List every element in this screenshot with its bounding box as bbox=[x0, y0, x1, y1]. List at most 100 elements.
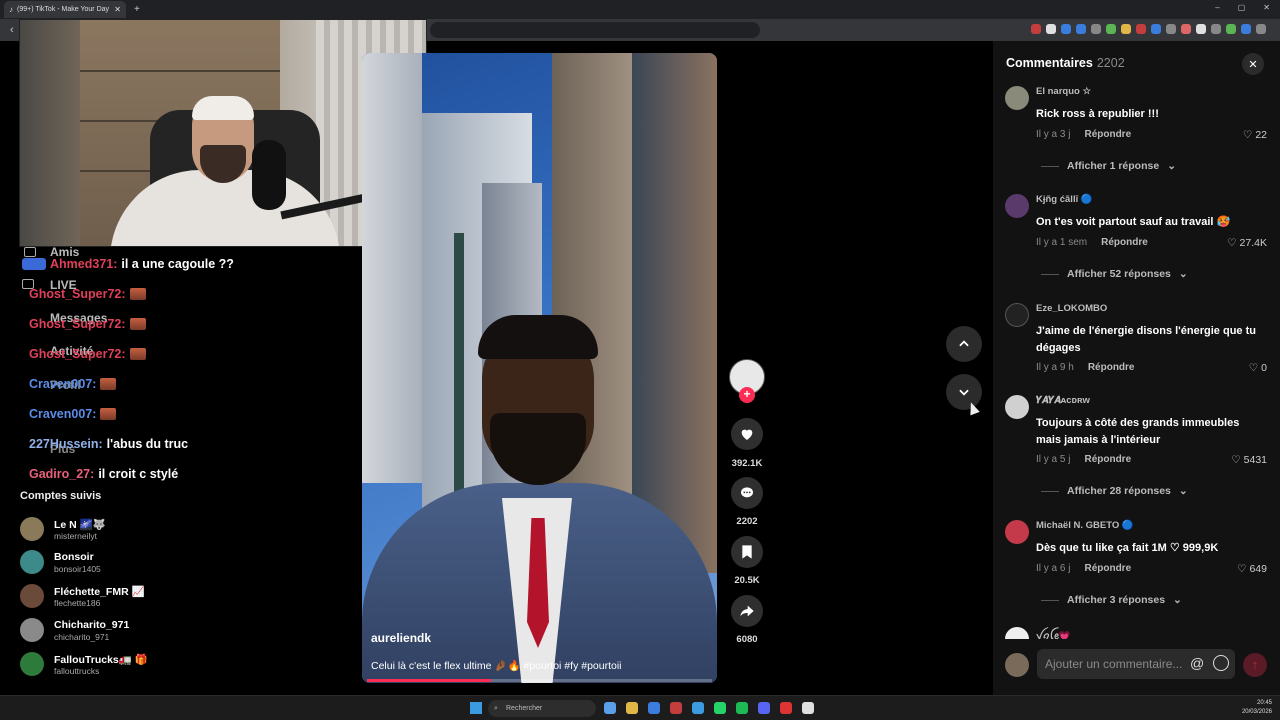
reply-button[interactable]: Répondre bbox=[1084, 454, 1131, 465]
comment-like-button[interactable]: ♡ 0 bbox=[1249, 362, 1267, 374]
reply-button[interactable]: Répondre bbox=[1084, 129, 1131, 140]
avatar[interactable] bbox=[1005, 395, 1029, 419]
avatar bbox=[20, 550, 44, 574]
comment-button[interactable] bbox=[731, 477, 763, 509]
show-replies-button[interactable]: Afficher 1 réponse ⌄ bbox=[1041, 160, 1176, 172]
comment-user[interactable]: El narquo ☆ bbox=[1036, 86, 1091, 97]
followed-account[interactable]: Fléchette_FMR 📈 flechette186 bbox=[20, 584, 320, 612]
heart-icon bbox=[741, 429, 753, 440]
followed-account[interactable]: FallouTrucks🚛 🎁 fallouttrucks bbox=[20, 652, 320, 680]
browser-extension-icon[interactable] bbox=[1226, 24, 1236, 34]
windows-start-icon[interactable] bbox=[470, 702, 482, 714]
emote-icon bbox=[129, 348, 146, 360]
taskbar-app-icon[interactable] bbox=[626, 702, 638, 714]
browser-extension-icon[interactable] bbox=[1241, 24, 1251, 34]
show-replies-button[interactable]: Afficher 52 réponses ⌄ bbox=[1041, 268, 1188, 280]
comment-like-button[interactable]: ♡ 22 bbox=[1243, 129, 1267, 141]
avatar[interactable] bbox=[1005, 303, 1029, 327]
browser-extension-icon[interactable] bbox=[1136, 24, 1146, 34]
browser-extension-icon[interactable] bbox=[1181, 24, 1191, 34]
taskbar-app-icon[interactable] bbox=[648, 702, 660, 714]
maximize-button[interactable]: ▢ bbox=[1238, 3, 1246, 12]
comment-like-count: 5431 bbox=[1243, 454, 1267, 466]
taskbar-clock[interactable]: 20:45 20/03/2026 bbox=[1242, 699, 1272, 717]
taskbar-app-icon[interactable] bbox=[670, 702, 682, 714]
comment-input[interactable] bbox=[1037, 649, 1235, 679]
taskbar-app-icon[interactable] bbox=[714, 702, 726, 714]
browser-extension-icon[interactable] bbox=[1031, 24, 1041, 34]
emoji-icon[interactable] bbox=[1213, 655, 1229, 671]
comment-item: Eze_LOKOMBO J'aime de l'énergie disons l… bbox=[1005, 303, 1267, 383]
taskbar-app-icon[interactable] bbox=[780, 702, 792, 714]
taskbar-app-icon[interactable] bbox=[604, 702, 616, 714]
new-tab-button[interactable]: + bbox=[134, 4, 140, 15]
browser-extension-icon[interactable] bbox=[1106, 24, 1116, 34]
browser-extension-icon[interactable] bbox=[1256, 24, 1266, 34]
follow-button[interactable]: + bbox=[739, 387, 755, 403]
reply-button[interactable]: Répondre bbox=[1088, 362, 1135, 373]
followed-account[interactable]: Le N 🌌🐺 misterneilyt bbox=[20, 517, 320, 545]
comment-count: 2202 bbox=[736, 516, 758, 527]
comment-meta: Il y a 6 j Répondre bbox=[1036, 563, 1131, 574]
previous-video-button[interactable] bbox=[946, 326, 982, 362]
browser-extension-icon[interactable] bbox=[1166, 24, 1176, 34]
browser-extension-icon[interactable] bbox=[1211, 24, 1221, 34]
browser-extension-icon[interactable] bbox=[1121, 24, 1131, 34]
video-progress-bar[interactable] bbox=[367, 679, 712, 682]
share-icon bbox=[740, 605, 754, 617]
taskbar-app-icon[interactable] bbox=[736, 702, 748, 714]
show-replies-button[interactable]: Afficher 28 réponses ⌄ bbox=[1041, 485, 1188, 497]
browser-extension-icon[interactable] bbox=[1151, 24, 1161, 34]
taskbar-app-icon[interactable] bbox=[758, 702, 770, 714]
comment-like-button[interactable]: ♡ 649 bbox=[1237, 563, 1267, 575]
tab-close-icon[interactable]: ✕ bbox=[114, 5, 121, 14]
browser-extension-icon[interactable] bbox=[1091, 24, 1101, 34]
comment-user: ꪜꪖꪶꫀ💗 bbox=[1036, 631, 1071, 639]
video-author[interactable]: aureliendk bbox=[371, 631, 431, 645]
chat-message: Craven007: bbox=[29, 407, 117, 421]
reply-button[interactable]: Répondre bbox=[1101, 237, 1148, 248]
close-window-button[interactable]: ✕ bbox=[1263, 3, 1270, 12]
save-count: 20.5K bbox=[734, 575, 760, 586]
share-button[interactable] bbox=[731, 595, 763, 627]
comment-like-button[interactable]: ♡ 5431 bbox=[1231, 454, 1267, 466]
avatar[interactable] bbox=[1005, 520, 1029, 544]
comment-user[interactable]: 𝒀𝑨𝒀𝑨ᴀᴄᴅʀᴡ bbox=[1036, 395, 1090, 406]
video-player[interactable]: aureliendk Celui là c'est le flex ultime… bbox=[362, 53, 717, 683]
heart-outline-icon: ♡ bbox=[1237, 563, 1247, 575]
browser-extension-icon[interactable] bbox=[1196, 24, 1206, 34]
avatar[interactable] bbox=[1005, 194, 1029, 218]
close-comments-button[interactable]: ✕ bbox=[1242, 53, 1264, 75]
comment-user[interactable]: Kɉñg ćãllī 🔵 bbox=[1036, 194, 1093, 205]
browser-extension-icon[interactable] bbox=[1046, 24, 1056, 34]
followed-account[interactable]: Chicharito_971 chicharito_971 bbox=[20, 618, 320, 646]
address-bar[interactable] bbox=[430, 22, 760, 38]
replies-label: Afficher 52 réponses bbox=[1067, 268, 1171, 280]
taskbar-app-icon[interactable] bbox=[802, 702, 814, 714]
chat-message: Ghost_Super72: bbox=[29, 347, 146, 361]
followed-accounts-title: Comptes suivis bbox=[20, 490, 102, 502]
video-progress-fill bbox=[367, 679, 492, 682]
minimize-button[interactable]: – bbox=[1215, 3, 1219, 12]
mention-icon[interactable]: @ bbox=[1190, 655, 1204, 671]
taskbar-search[interactable]: ⌕ Rechercher bbox=[488, 700, 596, 717]
back-icon[interactable]: ‹ bbox=[10, 24, 14, 36]
avatar[interactable] bbox=[1005, 86, 1029, 110]
reply-button[interactable]: Répondre bbox=[1084, 563, 1131, 574]
taskbar-app-icon[interactable] bbox=[692, 702, 704, 714]
show-replies-button[interactable]: Afficher 3 réponses ⌄ bbox=[1041, 594, 1182, 606]
comment-user[interactable]: Eze_LOKOMBO bbox=[1036, 303, 1107, 314]
chat-user: Ghost_Super72: bbox=[29, 347, 126, 361]
save-button[interactable] bbox=[731, 536, 763, 568]
send-button[interactable]: ↑ bbox=[1243, 653, 1267, 677]
browser-extension-icon[interactable] bbox=[1061, 24, 1071, 34]
like-button[interactable] bbox=[731, 418, 763, 450]
comment-like-button[interactable]: ♡ 27.4K bbox=[1227, 237, 1267, 249]
comment-like-count: 27.4K bbox=[1239, 237, 1267, 249]
browser-tab[interactable]: ♪ (99+) TikTok - Make Your Day ✕ bbox=[4, 1, 126, 18]
followed-account[interactable]: Bonsoir bonsoir1405 bbox=[20, 550, 320, 578]
browser-extension-icon[interactable] bbox=[1076, 24, 1086, 34]
comment-user[interactable]: Michaël N. GBETO 🔵 bbox=[1036, 520, 1134, 531]
chat-message: Craven007: bbox=[29, 377, 117, 391]
comment-text: On t'es voit partout sauf au travail 🥵 bbox=[1036, 216, 1231, 228]
